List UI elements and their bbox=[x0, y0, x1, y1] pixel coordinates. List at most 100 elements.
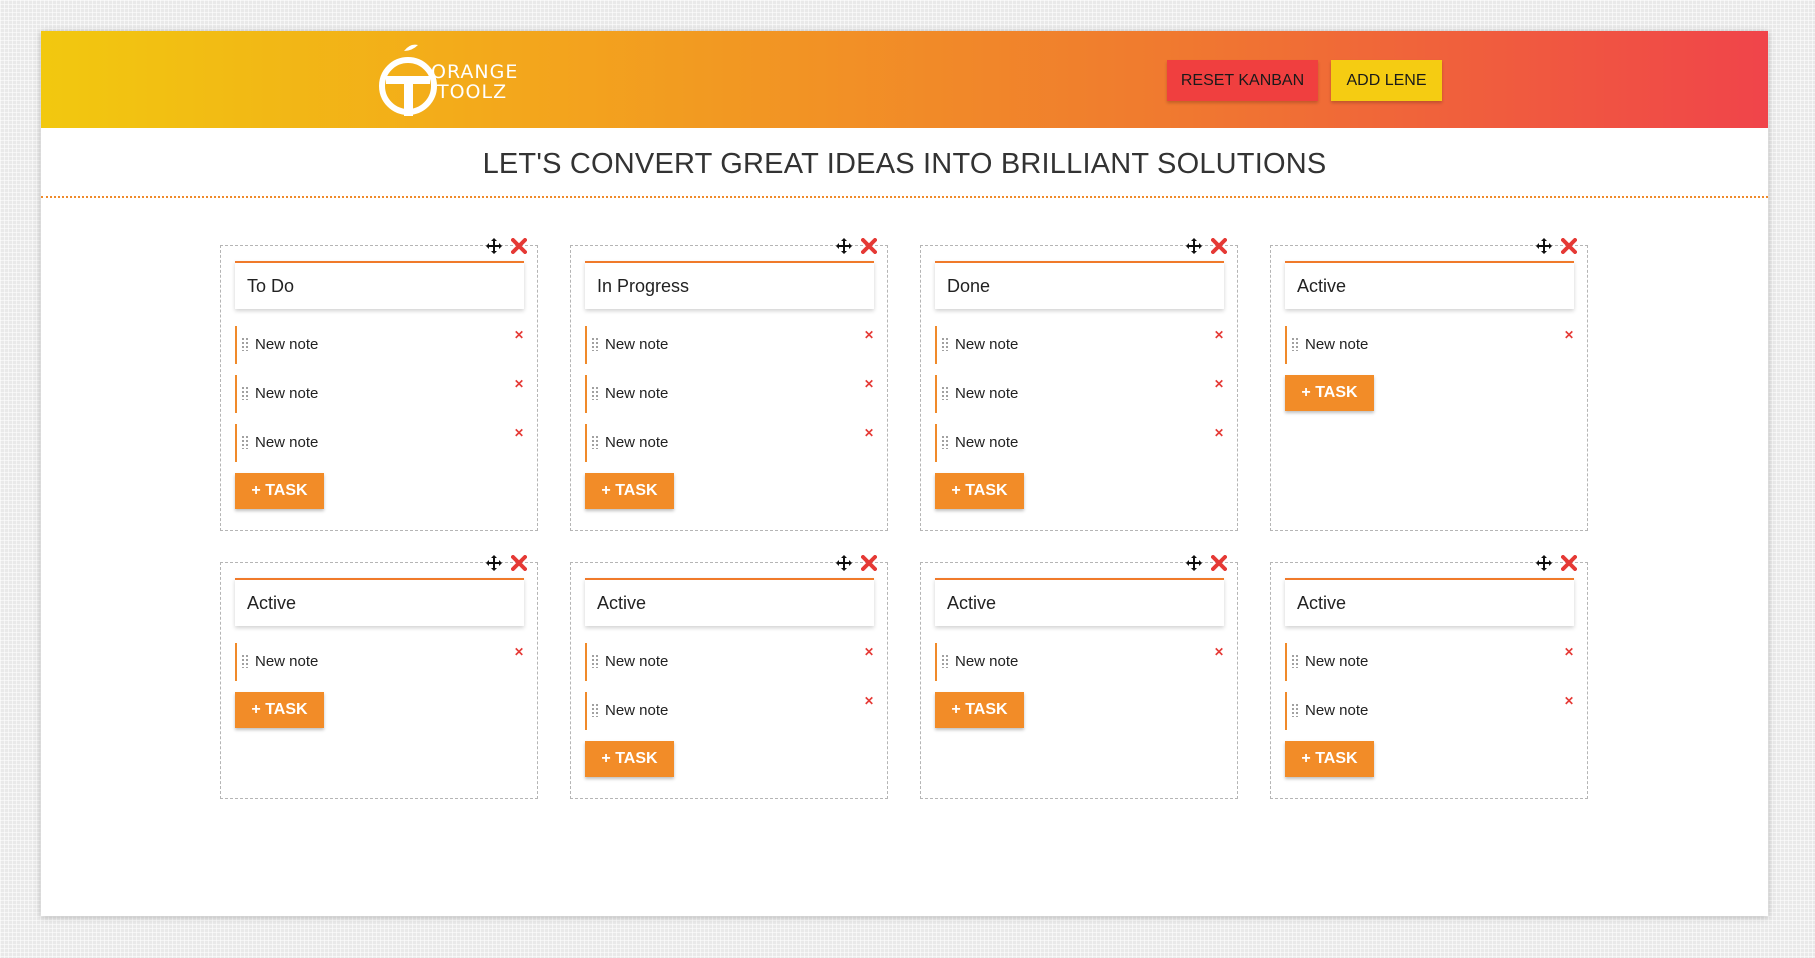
close-x-icon[interactable]: ✕ bbox=[864, 328, 874, 342]
add-task-button[interactable]: + TASK bbox=[585, 741, 674, 777]
note-card[interactable]: New note ✕ bbox=[935, 326, 1224, 364]
close-x-icon[interactable]: ✕ bbox=[514, 426, 524, 440]
drag-handle-icon[interactable] bbox=[1291, 703, 1299, 717]
drag-handle-icon[interactable] bbox=[241, 435, 249, 449]
close-x-icon[interactable]: ✕ bbox=[1564, 328, 1574, 342]
note-card[interactable]: New note ✕ bbox=[235, 375, 524, 413]
drag-handle-icon[interactable] bbox=[941, 654, 949, 668]
note-text[interactable]: New note bbox=[955, 385, 1018, 402]
note-card[interactable]: New note ✕ bbox=[935, 643, 1224, 681]
lane-title[interactable]: Done bbox=[935, 261, 1224, 309]
note-text[interactable]: New note bbox=[1305, 653, 1368, 670]
close-x-icon[interactable] bbox=[861, 238, 877, 254]
note-text[interactable]: New note bbox=[255, 385, 318, 402]
note-text[interactable]: New note bbox=[955, 434, 1018, 451]
reset-kanban-button[interactable]: RESET KANBAN bbox=[1167, 60, 1318, 101]
note-text[interactable]: New note bbox=[255, 336, 318, 353]
close-x-icon[interactable]: ✕ bbox=[1214, 328, 1224, 342]
add-task-button[interactable]: + TASK bbox=[235, 473, 324, 509]
add-task-button[interactable]: + TASK bbox=[935, 692, 1024, 728]
note-card[interactable]: New note ✕ bbox=[585, 692, 874, 730]
drag-handle-icon[interactable] bbox=[591, 703, 599, 717]
move-arrows-icon[interactable] bbox=[1185, 237, 1203, 255]
move-arrows-icon[interactable] bbox=[1185, 554, 1203, 572]
note-text[interactable]: New note bbox=[955, 653, 1018, 670]
note-card[interactable]: New note ✕ bbox=[1285, 692, 1574, 730]
note-text[interactable]: New note bbox=[605, 385, 668, 402]
header-bar: ORANGE TOOLZ RESET KANBAN ADD LENE bbox=[41, 31, 1768, 128]
note-card[interactable]: New note ✕ bbox=[585, 643, 874, 681]
close-x-icon[interactable] bbox=[1561, 238, 1577, 254]
drag-handle-icon[interactable] bbox=[941, 435, 949, 449]
add-task-button[interactable]: + TASK bbox=[585, 473, 674, 509]
note-text[interactable]: New note bbox=[605, 653, 668, 670]
note-text[interactable]: New note bbox=[255, 434, 318, 451]
close-x-icon[interactable] bbox=[1211, 555, 1227, 571]
note-text[interactable]: New note bbox=[605, 702, 668, 719]
drag-handle-icon[interactable] bbox=[941, 386, 949, 400]
close-x-icon[interactable] bbox=[1561, 555, 1577, 571]
lane-title[interactable]: To Do bbox=[235, 261, 524, 309]
drag-handle-icon[interactable] bbox=[591, 337, 599, 351]
add-lane-button[interactable]: ADD LENE bbox=[1331, 60, 1442, 101]
kanban-app: ORANGE TOOLZ RESET KANBAN ADD LENE LET'S… bbox=[41, 31, 1768, 916]
close-x-icon[interactable]: ✕ bbox=[1214, 377, 1224, 391]
close-x-icon[interactable] bbox=[1211, 238, 1227, 254]
note-card[interactable]: New note ✕ bbox=[1285, 326, 1574, 364]
close-x-icon[interactable] bbox=[511, 238, 527, 254]
move-arrows-icon[interactable] bbox=[1535, 554, 1553, 572]
note-card[interactable]: New note ✕ bbox=[585, 326, 874, 364]
drag-handle-icon[interactable] bbox=[591, 435, 599, 449]
close-x-icon[interactable]: ✕ bbox=[1214, 426, 1224, 440]
note-card[interactable]: New note ✕ bbox=[585, 375, 874, 413]
note-card[interactable]: New note ✕ bbox=[585, 424, 874, 462]
close-x-icon[interactable] bbox=[511, 555, 527, 571]
close-x-icon[interactable]: ✕ bbox=[864, 426, 874, 440]
drag-handle-icon[interactable] bbox=[1291, 654, 1299, 668]
close-x-icon[interactable]: ✕ bbox=[514, 645, 524, 659]
note-card[interactable]: New note ✕ bbox=[935, 375, 1224, 413]
close-x-icon[interactable]: ✕ bbox=[1564, 694, 1574, 708]
note-text[interactable]: New note bbox=[605, 336, 668, 353]
note-text[interactable]: New note bbox=[1305, 336, 1368, 353]
close-x-icon[interactable]: ✕ bbox=[864, 645, 874, 659]
lane-title[interactable]: Active bbox=[585, 578, 874, 626]
close-x-icon[interactable]: ✕ bbox=[1564, 645, 1574, 659]
note-text[interactable]: New note bbox=[955, 336, 1018, 353]
note-card[interactable]: New note ✕ bbox=[235, 643, 524, 681]
lane-title[interactable]: Active bbox=[935, 578, 1224, 626]
note-text[interactable]: New note bbox=[605, 434, 668, 451]
add-task-button[interactable]: + TASK bbox=[235, 692, 324, 728]
move-arrows-icon[interactable] bbox=[485, 554, 503, 572]
lane-title[interactable]: Active bbox=[1285, 578, 1574, 626]
drag-handle-icon[interactable] bbox=[241, 337, 249, 351]
close-x-icon[interactable]: ✕ bbox=[1214, 645, 1224, 659]
note-text[interactable]: New note bbox=[255, 653, 318, 670]
add-task-button[interactable]: + TASK bbox=[1285, 741, 1374, 777]
close-x-icon[interactable]: ✕ bbox=[514, 377, 524, 391]
move-arrows-icon[interactable] bbox=[1535, 237, 1553, 255]
move-arrows-icon[interactable] bbox=[485, 237, 503, 255]
note-card[interactable]: New note ✕ bbox=[935, 424, 1224, 462]
close-x-icon[interactable] bbox=[861, 555, 877, 571]
drag-handle-icon[interactable] bbox=[241, 654, 249, 668]
note-text[interactable]: New note bbox=[1305, 702, 1368, 719]
close-x-icon[interactable]: ✕ bbox=[864, 694, 874, 708]
drag-handle-icon[interactable] bbox=[591, 654, 599, 668]
note-card[interactable]: New note ✕ bbox=[235, 326, 524, 364]
close-x-icon[interactable]: ✕ bbox=[514, 328, 524, 342]
lane-title[interactable]: In Progress bbox=[585, 261, 874, 309]
lane-title[interactable]: Active bbox=[235, 578, 524, 626]
drag-handle-icon[interactable] bbox=[941, 337, 949, 351]
drag-handle-icon[interactable] bbox=[1291, 337, 1299, 351]
move-arrows-icon[interactable] bbox=[835, 554, 853, 572]
drag-handle-icon[interactable] bbox=[241, 386, 249, 400]
add-task-button[interactable]: + TASK bbox=[1285, 375, 1374, 411]
close-x-icon[interactable]: ✕ bbox=[864, 377, 874, 391]
drag-handle-icon[interactable] bbox=[591, 386, 599, 400]
lane-title[interactable]: Active bbox=[1285, 261, 1574, 309]
move-arrows-icon[interactable] bbox=[835, 237, 853, 255]
note-card[interactable]: New note ✕ bbox=[235, 424, 524, 462]
add-task-button[interactable]: + TASK bbox=[935, 473, 1024, 509]
note-card[interactable]: New note ✕ bbox=[1285, 643, 1574, 681]
